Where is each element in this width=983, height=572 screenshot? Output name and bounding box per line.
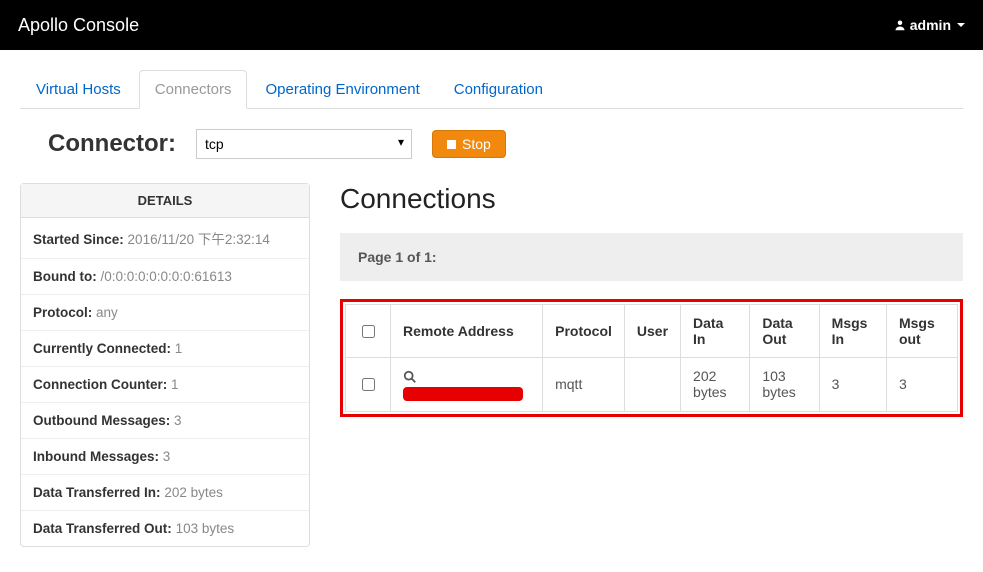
cell-data-in: 202 bytes bbox=[681, 358, 750, 412]
tab-operating-environment[interactable]: Operating Environment bbox=[249, 70, 435, 109]
detail-outbound-messages: Outbound Messages: 3 bbox=[21, 403, 309, 439]
col-protocol: Protocol bbox=[543, 305, 625, 358]
col-msgs-in: Msgs In bbox=[819, 305, 886, 358]
cell-remote-address[interactable] bbox=[391, 358, 543, 412]
cell-msgs-in: 3 bbox=[819, 358, 886, 412]
user-icon bbox=[894, 19, 906, 31]
connector-label: Connector: bbox=[48, 130, 176, 158]
detail-data-out: Data Transferred Out: 103 bytes bbox=[21, 511, 309, 546]
detail-inbound-messages: Inbound Messages: 3 bbox=[21, 439, 309, 475]
stop-button-label: Stop bbox=[462, 136, 491, 152]
page-indicator: Page 1 of 1: bbox=[340, 233, 963, 281]
tab-connectors[interactable]: Connectors bbox=[139, 70, 248, 109]
col-remote-address: Remote Address bbox=[391, 305, 543, 358]
connector-bar: Connector: tcp Stop bbox=[48, 129, 963, 159]
app-title: Apollo Console bbox=[18, 15, 139, 36]
col-data-in: Data In bbox=[681, 305, 750, 358]
table-header-row: Remote Address Protocol User Data In Dat… bbox=[346, 305, 958, 358]
connections-title: Connections bbox=[340, 183, 963, 215]
main-tabs: Virtual Hosts Connectors Operating Envir… bbox=[20, 70, 963, 109]
cell-msgs-out: 3 bbox=[886, 358, 957, 412]
zoom-icon bbox=[403, 370, 417, 384]
navbar: Apollo Console admin bbox=[0, 0, 983, 50]
row-checkbox[interactable] bbox=[362, 378, 375, 391]
caret-down-icon bbox=[957, 23, 965, 27]
tab-virtual-hosts[interactable]: Virtual Hosts bbox=[20, 70, 137, 109]
cell-data-out: 103 bytes bbox=[750, 358, 819, 412]
detail-connection-counter: Connection Counter: 1 bbox=[21, 367, 309, 403]
detail-protocol: Protocol: any bbox=[21, 295, 309, 331]
connections-table-highlight: Remote Address Protocol User Data In Dat… bbox=[340, 299, 963, 417]
details-header: DETAILS bbox=[21, 184, 309, 218]
col-data-out: Data Out bbox=[750, 305, 819, 358]
detail-bound-to: Bound to: /0:0:0:0:0:0:0:0:61613 bbox=[21, 259, 309, 295]
detail-data-in: Data Transferred In: 202 bytes bbox=[21, 475, 309, 511]
user-menu[interactable]: admin bbox=[894, 17, 965, 33]
details-panel: DETAILS Started Since: 2016/11/20 下午2:32… bbox=[20, 183, 310, 547]
cell-user bbox=[624, 358, 680, 412]
detail-currently-connected: Currently Connected: 1 bbox=[21, 331, 309, 367]
col-user: User bbox=[624, 305, 680, 358]
table-row: mqtt 202 bytes 103 bytes 3 3 bbox=[346, 358, 958, 412]
select-all-checkbox[interactable] bbox=[362, 325, 375, 338]
tab-configuration[interactable]: Configuration bbox=[438, 70, 559, 109]
cell-protocol: mqtt bbox=[543, 358, 625, 412]
col-msgs-out: Msgs out bbox=[886, 305, 957, 358]
connector-select[interactable]: tcp bbox=[196, 129, 412, 159]
user-name: admin bbox=[910, 17, 951, 33]
stop-button[interactable]: Stop bbox=[432, 130, 506, 158]
detail-started-since: Started Since: 2016/11/20 下午2:32:14 bbox=[21, 218, 309, 259]
connections-table: Remote Address Protocol User Data In Dat… bbox=[345, 304, 958, 412]
redacted-address bbox=[403, 387, 523, 401]
stop-icon bbox=[447, 140, 456, 149]
